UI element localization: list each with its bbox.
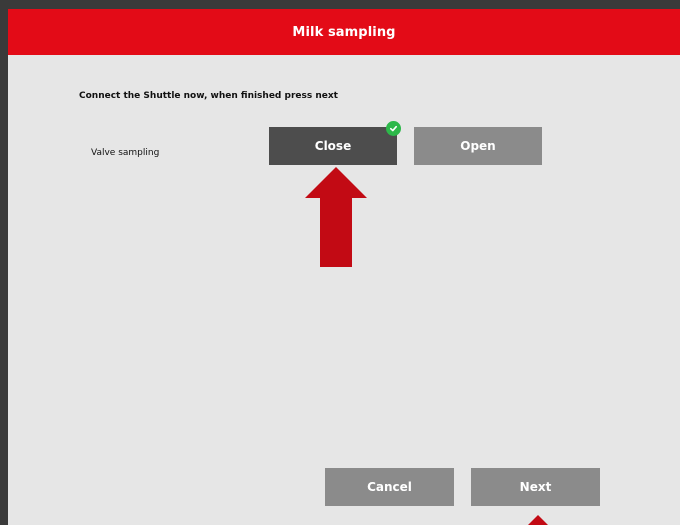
instruction-text: Connect the Shuttle now, when finished p…	[79, 91, 338, 101]
valve-open-button[interactable]: Open	[414, 127, 542, 165]
red-arrow-tip-annotation	[528, 515, 548, 525]
red-arrow-up-annotation	[305, 167, 367, 267]
milk-sampling-dialog: Milk sampling Connect the Shuttle now, w…	[8, 9, 680, 525]
valve-sampling-label: Valve sampling	[91, 148, 160, 158]
cancel-button[interactable]: Cancel	[325, 468, 454, 506]
screen-frame: Milk sampling Connect the Shuttle now, w…	[0, 0, 680, 525]
check-circle-icon	[386, 121, 401, 136]
valve-close-button[interactable]: Close	[269, 127, 397, 165]
dialog-title: Milk sampling	[292, 24, 396, 40]
next-button[interactable]: Next	[471, 468, 600, 506]
checkmark-icon	[389, 125, 398, 132]
title-bar: Milk sampling	[8, 9, 680, 55]
